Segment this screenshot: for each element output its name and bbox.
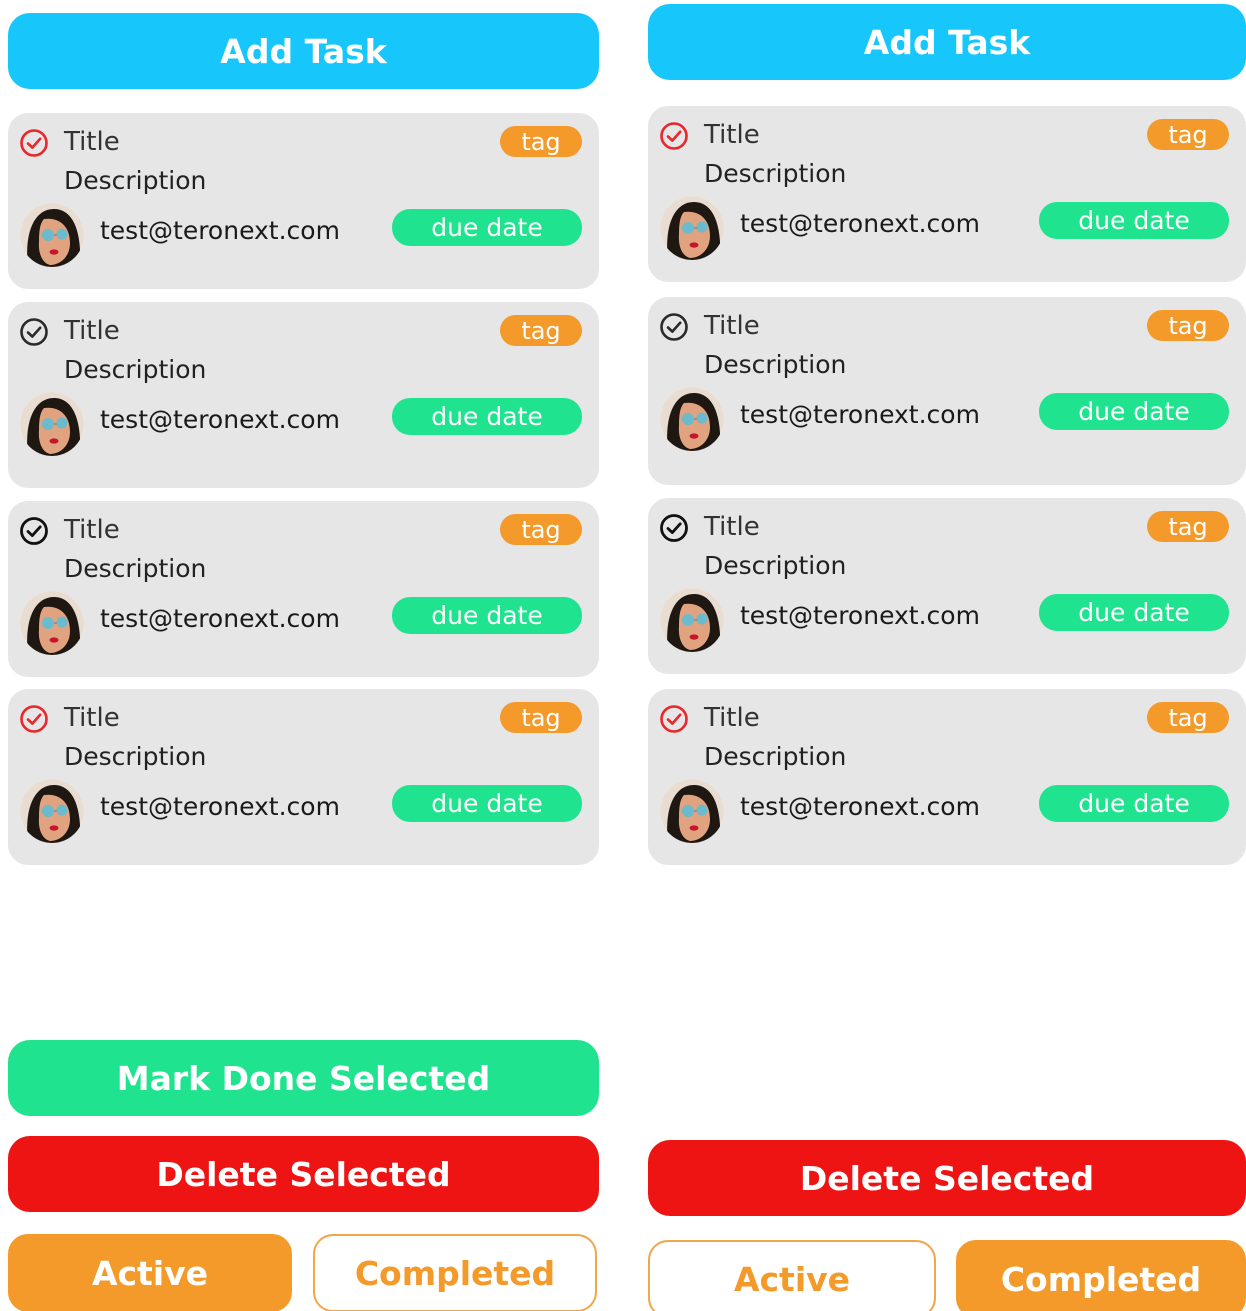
task-description: Description [64, 742, 207, 771]
tag-badge: tag [500, 702, 582, 733]
avatar [660, 588, 724, 652]
task-panel-left: Add Task Title Description test@teronext… [8, 0, 599, 1311]
avatar [20, 591, 84, 655]
filter-completed-button[interactable]: Completed [313, 1234, 597, 1311]
task-title: Title [704, 703, 760, 733]
avatar [20, 779, 84, 843]
check-circle-dark-icon[interactable] [659, 312, 689, 342]
task-title: Title [64, 515, 120, 545]
task-title: Title [704, 311, 760, 341]
tag-badge: tag [500, 514, 582, 545]
delete-selected-button[interactable]: Delete Selected [648, 1140, 1246, 1216]
avatar [660, 196, 724, 260]
task-card[interactable]: Title Description test@teronext.com tag … [648, 297, 1246, 485]
task-title: Title [64, 127, 120, 157]
task-email: test@teronext.com [100, 792, 340, 821]
task-description: Description [704, 742, 847, 771]
task-card[interactable]: Title Description test@teronext.com tag … [8, 501, 599, 677]
add-task-button[interactable]: Add Task [648, 4, 1246, 80]
check-circle-red-icon[interactable] [19, 704, 49, 734]
task-description: Description [64, 166, 207, 195]
task-card[interactable]: Title Description test@teronext.com tag … [648, 689, 1246, 865]
task-description: Description [704, 159, 847, 188]
tag-badge: tag [1147, 511, 1229, 542]
task-title: Title [704, 120, 760, 150]
task-description: Description [64, 355, 207, 384]
avatar [660, 779, 724, 843]
due-date-badge: due date [392, 785, 582, 822]
task-card[interactable]: Title Description test@teronext.com tag … [8, 113, 599, 289]
task-title: Title [64, 703, 120, 733]
task-email: test@teronext.com [740, 400, 980, 429]
task-description: Description [704, 551, 847, 580]
task-title: Title [64, 316, 120, 346]
due-date-badge: due date [392, 597, 582, 634]
check-circle-dark-icon[interactable] [659, 513, 689, 543]
task-description: Description [64, 554, 207, 583]
tag-badge: tag [1147, 702, 1229, 733]
filter-active-button[interactable]: Active [648, 1240, 936, 1311]
due-date-badge: due date [1039, 594, 1229, 631]
task-email: test@teronext.com [100, 216, 340, 245]
task-email: test@teronext.com [100, 604, 340, 633]
task-card[interactable]: Title Description test@teronext.com tag … [8, 302, 599, 488]
check-circle-dark-icon[interactable] [19, 317, 49, 347]
task-card[interactable]: Title Description test@teronext.com tag … [648, 498, 1246, 674]
check-circle-red-icon[interactable] [19, 128, 49, 158]
mark-done-selected-button[interactable]: Mark Done Selected [8, 1040, 599, 1116]
delete-selected-button[interactable]: Delete Selected [8, 1136, 599, 1212]
filter-active-button[interactable]: Active [8, 1234, 292, 1311]
task-title: Title [704, 512, 760, 542]
avatar [20, 392, 84, 456]
task-panel-right: Add Task Title Description test@teronext… [648, 0, 1246, 1311]
tag-badge: tag [500, 126, 582, 157]
due-date-badge: due date [1039, 785, 1229, 822]
task-card[interactable]: Title Description test@teronext.com tag … [648, 106, 1246, 282]
task-card[interactable]: Title Description test@teronext.com tag … [8, 689, 599, 865]
task-description: Description [704, 350, 847, 379]
add-task-button[interactable]: Add Task [8, 13, 599, 89]
check-circle-red-icon[interactable] [659, 121, 689, 151]
due-date-badge: due date [1039, 202, 1229, 239]
due-date-badge: due date [392, 209, 582, 246]
check-circle-red-icon[interactable] [659, 704, 689, 734]
tag-badge: tag [1147, 310, 1229, 341]
task-email: test@teronext.com [740, 209, 980, 238]
tag-badge: tag [1147, 119, 1229, 150]
avatar [660, 387, 724, 451]
tag-badge: tag [500, 315, 582, 346]
due-date-badge: due date [392, 398, 582, 435]
task-email: test@teronext.com [740, 601, 980, 630]
check-circle-dark-icon[interactable] [19, 516, 49, 546]
task-email: test@teronext.com [740, 792, 980, 821]
avatar [20, 203, 84, 267]
filter-completed-button[interactable]: Completed [956, 1240, 1246, 1311]
due-date-badge: due date [1039, 393, 1229, 430]
task-email: test@teronext.com [100, 405, 340, 434]
